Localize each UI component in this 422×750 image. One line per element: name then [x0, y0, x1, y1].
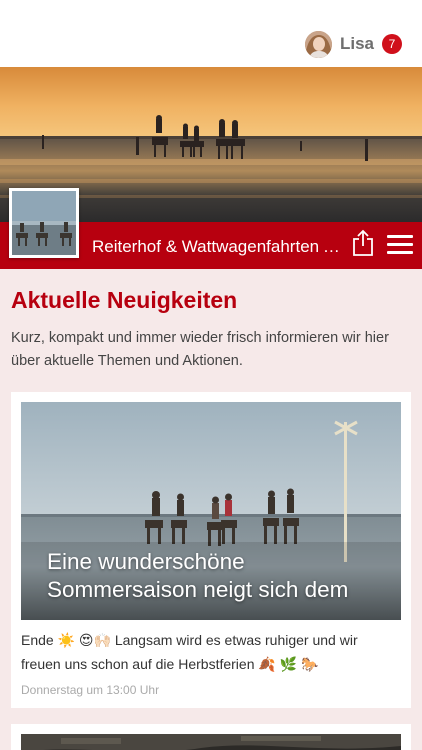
- user-profile[interactable]: Lisa 7: [304, 29, 402, 59]
- page-title: Aktuelle Neuigkeiten: [11, 287, 238, 313]
- company-name: Reiterhof & Wattwagenfahrten Arnold: [92, 237, 347, 256]
- top-bar: Lisa 7: [0, 0, 422, 67]
- section-description: Kurz, kompakt und immer wieder frisch in…: [11, 330, 389, 369]
- news-card-image[interactable]: [21, 734, 401, 750]
- company-logo-thumbnail[interactable]: [9, 188, 79, 258]
- news-card-text: Ende ☀️ 😍🙌🏻 Langsam wird es etwas ruhige…: [21, 632, 358, 672]
- news-card-image[interactable]: Eine wunderschöne Sommersaison neigt sic…: [21, 402, 401, 620]
- share-icon[interactable]: [351, 229, 375, 257]
- news-card[interactable]: [11, 724, 411, 750]
- news-card-title[interactable]: Eine wunderschöne Sommersaison neigt sic…: [47, 548, 392, 604]
- user-name[interactable]: Lisa: [340, 34, 374, 54]
- avatar[interactable]: [304, 30, 332, 58]
- hamburger-menu-icon[interactable]: [387, 235, 413, 257]
- notification-badge[interactable]: 7: [382, 34, 402, 54]
- news-card[interactable]: Eine wunderschöne Sommersaison neigt sic…: [11, 392, 411, 708]
- news-card-date: Donnerstag um 13:00 Uhr: [21, 683, 160, 697]
